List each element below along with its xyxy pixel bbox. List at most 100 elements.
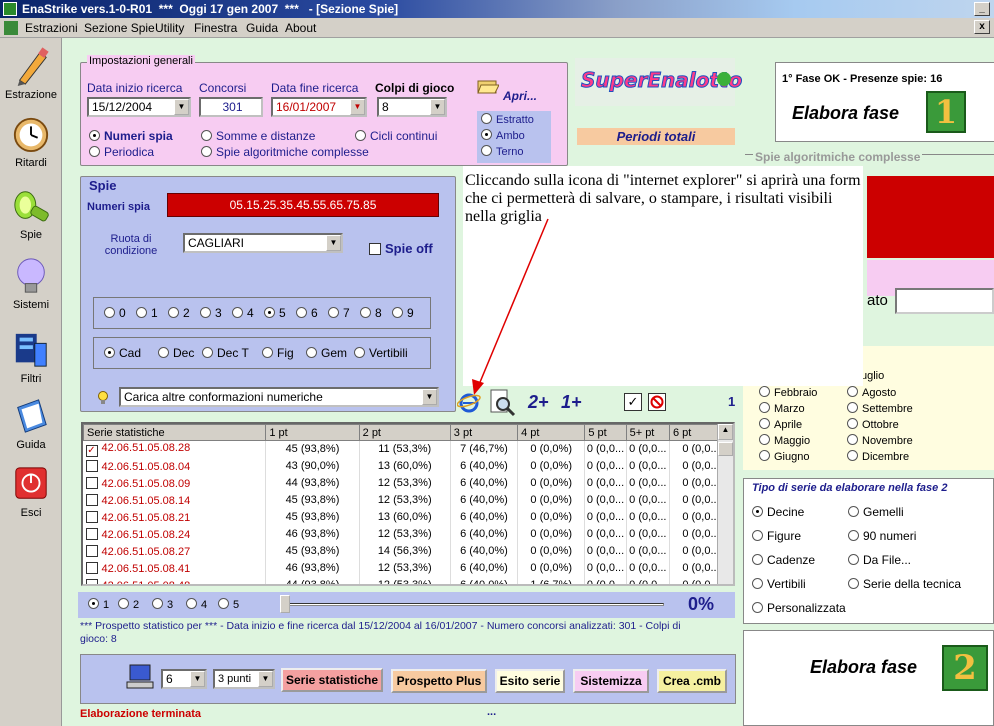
concorsi-field[interactable]: 301 (199, 97, 263, 117)
slider-opt-4[interactable]: 4 (186, 598, 207, 611)
type-fig[interactable]: Fig (262, 346, 294, 360)
tipo-cadenze[interactable]: Cadenze (752, 553, 815, 567)
tool-estrazione[interactable]: Estrazione (0, 46, 62, 101)
results-grid[interactable]: Serie statistiche 1 pt 2 pt 3 pt 4 pt 5 pt 5+ … (81, 422, 735, 586)
grid-header-cell[interactable]: 3 pt (449, 424, 519, 441)
row-checkbox[interactable]: ✓ (85, 444, 98, 457)
chevron-down-icon[interactable]: ▼ (350, 99, 365, 115)
grid-header-cell[interactable]: 5+ pt (625, 424, 671, 441)
table-row[interactable]: 42.06.51.05.08.14 45 (93,8%) 12 (53,3%) 6 (… (83, 491, 733, 509)
tipo-da-file[interactable]: Da File... (848, 553, 911, 567)
tool-esci[interactable]: Esci (0, 464, 62, 519)
algoritmiche-input[interactable] (895, 288, 994, 314)
numeri-spia-field[interactable]: 05.15.25.35.45.55.65.75.85 (167, 193, 439, 217)
apri-link[interactable]: Apri... (503, 89, 537, 103)
check-all-icon[interactable]: ✓ (624, 393, 642, 411)
tipo-vertibili[interactable]: Vertibili (752, 577, 806, 591)
row-checkbox[interactable] (85, 493, 98, 506)
data-fine-combo[interactable]: 16/01/2007 ▼ (271, 97, 367, 117)
table-row[interactable]: 42.06.51.05.08.27 45 (93,8%) 14 (56,3%) 6 (… (83, 542, 733, 560)
slider-opt-5[interactable]: 5 (218, 598, 239, 611)
ruota-combo[interactable]: CAGLIARI ▼ (183, 233, 343, 253)
grid-header-cell[interactable]: Serie statistiche (83, 424, 267, 441)
folder-open-icon[interactable] (477, 77, 500, 95)
tipo-serie-tecnica[interactable]: Serie della tecnica (848, 577, 961, 591)
table-row[interactable]: 42.06.51.05.08.24 46 (93,8%) 12 (53,3%) 6 (… (83, 525, 733, 543)
tool-filtri[interactable]: Filtri (0, 330, 62, 385)
table-row[interactable]: 42.06.51.05.08.41 46 (93,8%) 12 (53,3%) 6 (… (83, 559, 733, 577)
digit-8[interactable]: 8 (360, 306, 382, 320)
table-row[interactable]: 42.06.51.05.08.21 45 (93,8%) 13 (60,0%) 6 (… (83, 508, 733, 526)
tool-ritardi[interactable]: Ritardi (0, 114, 62, 169)
tipo-90-numeri[interactable]: 90 numeri (848, 529, 916, 543)
carica-combo[interactable]: Carica altre conformazioni numeriche ▼ (119, 387, 439, 407)
count-combo[interactable]: 6 ▼ (161, 669, 207, 689)
one-plus-button[interactable]: 1+ (561, 392, 582, 413)
scroll-up-icon[interactable]: ▲ (718, 424, 733, 440)
month-maggio[interactable]: Maggio (759, 434, 810, 447)
type-cad[interactable]: Cad (104, 346, 141, 360)
chevron-down-icon[interactable]: ▼ (190, 671, 205, 687)
month-aprile[interactable]: Aprile (759, 418, 802, 431)
grid-scrollbar[interactable]: ▲ (717, 424, 733, 584)
prospetto-plus-button[interactable]: Prospetto Plus (391, 669, 487, 693)
menu-guida[interactable]: Guida (246, 21, 278, 35)
menu-sezione-spie[interactable]: Sezione Spie (84, 21, 155, 35)
chevron-down-icon[interactable]: ▼ (326, 235, 341, 251)
month-giugno[interactable]: Giugno (759, 450, 809, 463)
digit-4[interactable]: 4 (232, 306, 254, 320)
opt-terno[interactable]: Terno (481, 145, 524, 158)
grid-header-cell[interactable]: 2 pt (358, 424, 451, 441)
slider-opt-1[interactable]: 1 (88, 598, 109, 611)
grid-header-cell[interactable]: 1 pt (265, 424, 360, 441)
type-dec[interactable]: Dec (158, 346, 194, 360)
tool-guida[interactable]: Guida (0, 396, 62, 451)
uncheck-all-icon[interactable] (648, 393, 666, 411)
chevron-down-icon[interactable]: ▼ (422, 389, 437, 405)
print-preview-icon[interactable] (487, 388, 517, 418)
tipo-decine[interactable]: Decine (752, 505, 804, 519)
tipo-personalizzata[interactable]: Personalizzata (752, 601, 846, 615)
slider-opt-2[interactable]: 2 (118, 598, 139, 611)
tool-spie[interactable]: Spie (0, 186, 62, 241)
minimize-button[interactable]: _ (974, 2, 990, 16)
mode-numeri-spia[interactable]: Numeri spia (89, 129, 173, 143)
month-settembre[interactable]: Settembre (847, 402, 913, 415)
row-checkbox[interactable] (85, 561, 98, 574)
table-row[interactable]: 42.06.51.05.08.04 43 (90,0%) 13 (60,0%) 6 (… (83, 457, 733, 475)
month-agosto[interactable]: Agosto (847, 386, 896, 399)
two-plus-button[interactable]: 2+ (528, 392, 549, 413)
month-ottobre[interactable]: Ottobre (847, 418, 899, 431)
internet-explorer-icon[interactable] (456, 390, 481, 414)
punti-combo[interactable]: 3 punti ▼ (213, 669, 275, 689)
data-inizio-combo[interactable]: 15/12/2004 ▼ (87, 97, 191, 117)
colpi-combo[interactable]: 8 ▼ (377, 97, 447, 117)
esito-serie-button[interactable]: Esito serie (495, 669, 565, 693)
crea-cmb-button[interactable]: Crea .cmb (657, 669, 727, 693)
digit-2[interactable]: 2 (168, 306, 190, 320)
opt-ambo[interactable]: Ambo (481, 129, 525, 142)
scroll-thumb[interactable] (718, 442, 733, 456)
tipo-figure[interactable]: Figure (752, 529, 801, 543)
digit-9[interactable]: 9 (392, 306, 414, 320)
month-marzo[interactable]: Marzo (759, 402, 805, 415)
tool-sistemi[interactable]: Sistemi (0, 256, 62, 311)
fase1-button[interactable]: 1 (926, 91, 966, 133)
opt-estratto[interactable]: Estratto (481, 113, 534, 126)
row-checkbox[interactable] (85, 578, 98, 584)
chevron-down-icon[interactable]: ▼ (258, 671, 273, 687)
fase2-button[interactable]: 2 (942, 645, 988, 691)
mode-periodica[interactable]: Periodica (89, 145, 154, 159)
type-vertibili[interactable]: Vertibili (354, 346, 408, 360)
mode-somme[interactable]: Somme e distanze (201, 129, 315, 143)
chevron-down-icon[interactable]: ▼ (174, 99, 189, 115)
month-febbraio[interactable]: Febbraio (759, 386, 817, 399)
row-checkbox[interactable] (85, 459, 98, 472)
digit-1[interactable]: 1 (136, 306, 158, 320)
digit-5[interactable]: 5 (264, 306, 286, 320)
menu-utility[interactable]: Utility (155, 21, 184, 35)
menu-estrazioni[interactable]: Estrazioni (25, 21, 78, 35)
table-row[interactable]: 42.06.51.05.08.09 44 (93,8%) 12 (53,3%) 6 (… (83, 474, 733, 492)
slider-thumb[interactable] (280, 595, 290, 613)
grid-header-cell[interactable]: 4 pt (517, 424, 586, 441)
